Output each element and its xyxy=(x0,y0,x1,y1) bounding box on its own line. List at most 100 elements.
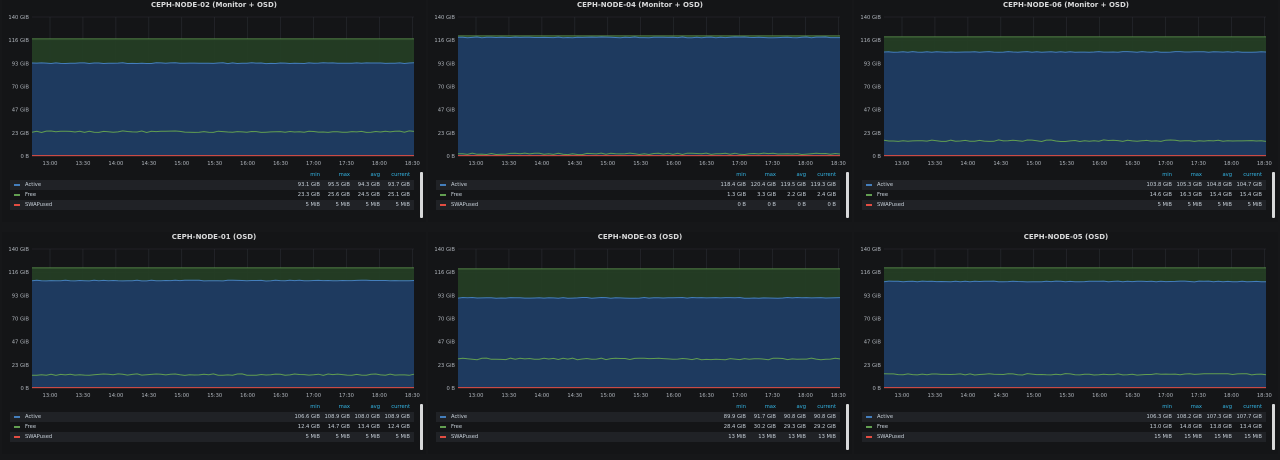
y-tick-label: 23 GiB xyxy=(438,131,456,137)
legend-row-free[interactable]: Free 1.3 GiB 3.3 GiB 2.2 GiB 2.4 GiB xyxy=(436,190,840,200)
legend-series-cell[interactable]: Active xyxy=(862,182,1146,188)
legend-header-current[interactable]: current xyxy=(384,172,414,178)
legend-row-swapused[interactable]: SWAPused 15 MiB 15 MiB 15 MiB 15 MiB xyxy=(862,432,1266,442)
y-tick-label: 47 GiB xyxy=(864,340,882,346)
legend-header-avg[interactable]: avg xyxy=(1206,172,1236,178)
legend-row-active[interactable]: Active 103.8 GiB 105.3 GiB 104.8 GiB 104.7 G… xyxy=(862,180,1266,190)
graph-panel[interactable]: CEPH-NODE-01 (OSD) 0 B 23 GiB 47 GiB 70 GiB 9… xyxy=(2,232,426,454)
legend-series-cell[interactable]: Free xyxy=(862,192,1146,198)
x-tick-label: 15:00 xyxy=(1026,393,1041,399)
legend-header-max[interactable]: max xyxy=(750,404,780,410)
legend-row-active[interactable]: Active 89.9 GiB 91.7 GiB 90.8 GiB 90.8 GiB xyxy=(436,412,840,422)
legend-row-swapused[interactable]: SWAPused 0 B 0 B 0 B 0 B xyxy=(436,200,840,210)
x-tick-label: 16:30 xyxy=(1125,393,1140,399)
legend-scrollbar[interactable] xyxy=(420,172,423,218)
legend-current-value: 5 MiB xyxy=(395,202,410,208)
legend-swatch xyxy=(866,416,872,418)
legend-header-min[interactable]: min xyxy=(1146,172,1176,178)
legend-series-cell[interactable]: Free xyxy=(10,424,294,430)
graph-panel[interactable]: CEPH-NODE-03 (OSD) 0 B 23 GiB 47 GiB 70 GiB 9… xyxy=(428,232,852,454)
x-tick-label: 16:30 xyxy=(699,161,714,167)
legend-header-current[interactable]: current xyxy=(1236,172,1266,178)
legend-header-avg[interactable]: avg xyxy=(780,404,810,410)
legend-row-active[interactable]: Active 118.4 GiB 120.4 GiB 119.5 GiB 119.3 G… xyxy=(436,180,840,190)
legend-header-min[interactable]: min xyxy=(720,404,750,410)
legend-series-cell[interactable]: Free xyxy=(862,424,1146,430)
legend-scrollbar[interactable] xyxy=(1272,404,1275,450)
legend-scrollbar[interactable] xyxy=(846,404,849,450)
legend-scrollbar[interactable] xyxy=(420,404,423,450)
legend-header-max[interactable]: max xyxy=(324,172,354,178)
legend-row-free[interactable]: Free 13.0 GiB 14.8 GiB 13.8 GiB 13.4 GiB xyxy=(862,422,1266,432)
legend-series-name: Active xyxy=(451,182,468,188)
legend-header-avg[interactable]: avg xyxy=(354,404,384,410)
legend-header-current[interactable]: current xyxy=(384,404,414,410)
legend-header-current[interactable]: current xyxy=(810,172,840,178)
legend-scrollbar[interactable] xyxy=(1272,172,1275,218)
legend-header-min[interactable]: min xyxy=(294,404,324,410)
legend-header-max[interactable]: max xyxy=(1176,404,1206,410)
graph-panel[interactable]: CEPH-NODE-06 (Monitor + OSD) 0 B 23 GiB 47 … xyxy=(854,0,1278,222)
panel-title[interactable]: CEPH-NODE-04 (Monitor + OSD) xyxy=(428,0,852,12)
graph-panel[interactable]: CEPH-NODE-05 (OSD) 0 B 23 GiB 47 GiB 70 GiB 9… xyxy=(854,232,1278,454)
legend-header-current[interactable]: current xyxy=(1236,404,1266,410)
legend-series-cell[interactable]: Free xyxy=(436,192,720,198)
legend-series-cell[interactable]: Active xyxy=(436,182,720,188)
x-tick-label: 13:00 xyxy=(43,161,58,167)
legend-min-value: 0 B xyxy=(737,202,746,208)
legend-series-cell[interactable]: SWAPused xyxy=(10,434,294,440)
legend-scrollbar[interactable] xyxy=(846,172,849,218)
graph-panel[interactable]: CEPH-NODE-02 (Monitor + OSD) 0 B 23 GiB 47 … xyxy=(2,0,426,222)
legend-row-free[interactable]: Free 14.6 GiB 16.3 GiB 15.4 GiB 15.4 GiB xyxy=(862,190,1266,200)
legend-series-cell[interactable]: SWAPused xyxy=(436,202,720,208)
legend-max-value: 13 MiB xyxy=(758,434,776,440)
legend-header-current[interactable]: current xyxy=(810,404,840,410)
legend-series-cell[interactable]: SWAPused xyxy=(436,434,720,440)
x-tick-label: 16:00 xyxy=(1092,393,1107,399)
legend-row-swapused[interactable]: SWAPused 5 MiB 5 MiB 5 MiB 5 MiB xyxy=(10,432,414,442)
legend-series-cell[interactable]: SWAPused xyxy=(862,202,1146,208)
legend-row-free[interactable]: Free 23.3 GiB 25.6 GiB 24.5 GiB 25.1 GiB xyxy=(10,190,414,200)
stack-top-area xyxy=(32,38,414,66)
legend-series-cell[interactable]: Active xyxy=(10,414,294,420)
legend-avg-value: 15 MiB xyxy=(1214,434,1232,440)
legend-series-cell[interactable]: Free xyxy=(436,424,720,430)
legend-header-max[interactable]: max xyxy=(750,172,780,178)
legend-header-max[interactable]: max xyxy=(1176,172,1206,178)
legend-series-cell[interactable]: Active xyxy=(436,414,720,420)
y-tick-label: 116 GiB xyxy=(434,270,455,276)
panel-title[interactable]: CEPH-NODE-03 (OSD) xyxy=(428,232,852,244)
legend-row-swapused[interactable]: SWAPused 13 MiB 13 MiB 13 MiB 13 MiB xyxy=(436,432,840,442)
graph-panel[interactable]: CEPH-NODE-04 (Monitor + OSD) 0 B 23 GiB 47 … xyxy=(428,0,852,222)
legend-header-avg[interactable]: avg xyxy=(1206,404,1236,410)
legend-header-avg[interactable]: avg xyxy=(780,172,810,178)
legend-row-swapused[interactable]: SWAPused 5 MiB 5 MiB 5 MiB 5 MiB xyxy=(862,200,1266,210)
legend-min-value: 106.3 GiB xyxy=(1146,414,1172,420)
legend-header: min max avg current xyxy=(862,170,1266,180)
legend-series-cell[interactable]: Free xyxy=(10,192,294,198)
x-tick-label: 16:00 xyxy=(240,393,255,399)
y-tick-label: 140 GiB xyxy=(434,15,455,21)
legend-avg-value: 5 MiB xyxy=(365,434,380,440)
legend-header-max[interactable]: max xyxy=(324,404,354,410)
panel-title[interactable]: CEPH-NODE-05 (OSD) xyxy=(854,232,1278,244)
legend-row-active[interactable]: Active 106.6 GiB 108.9 GiB 108.0 GiB 108.9 G… xyxy=(10,412,414,422)
legend-series-cell[interactable]: Active xyxy=(862,414,1146,420)
legend-row-active[interactable]: Active 93.1 GiB 95.5 GiB 94.3 GiB 93.7 GiB xyxy=(10,180,414,190)
panel-title[interactable]: CEPH-NODE-01 (OSD) xyxy=(2,232,426,244)
legend-header-min[interactable]: min xyxy=(1146,404,1176,410)
legend-header-min[interactable]: min xyxy=(294,172,324,178)
legend-series-cell[interactable]: SWAPused xyxy=(862,434,1146,440)
legend-row-free[interactable]: Free 12.4 GiB 14.7 GiB 13.4 GiB 12.4 GiB xyxy=(10,422,414,432)
legend-row-swapused[interactable]: SWAPused 5 MiB 5 MiB 5 MiB 5 MiB xyxy=(10,200,414,210)
legend-header-avg[interactable]: avg xyxy=(354,172,384,178)
legend-table: min max avg current Active 106.6 GiB 108.9 GiB… xyxy=(10,402,414,442)
legend-series-cell[interactable]: SWAPused xyxy=(10,202,294,208)
stack-top-area xyxy=(884,36,1266,54)
panel-title[interactable]: CEPH-NODE-06 (Monitor + OSD) xyxy=(854,0,1278,12)
legend-row-active[interactable]: Active 106.3 GiB 108.2 GiB 107.3 GiB 107.7 G… xyxy=(862,412,1266,422)
legend-series-cell[interactable]: Active xyxy=(10,182,294,188)
legend-row-free[interactable]: Free 28.4 GiB 30.2 GiB 29.3 GiB 29.2 GiB xyxy=(436,422,840,432)
legend-header-min[interactable]: min xyxy=(720,172,750,178)
panel-title[interactable]: CEPH-NODE-02 (Monitor + OSD) xyxy=(2,0,426,12)
